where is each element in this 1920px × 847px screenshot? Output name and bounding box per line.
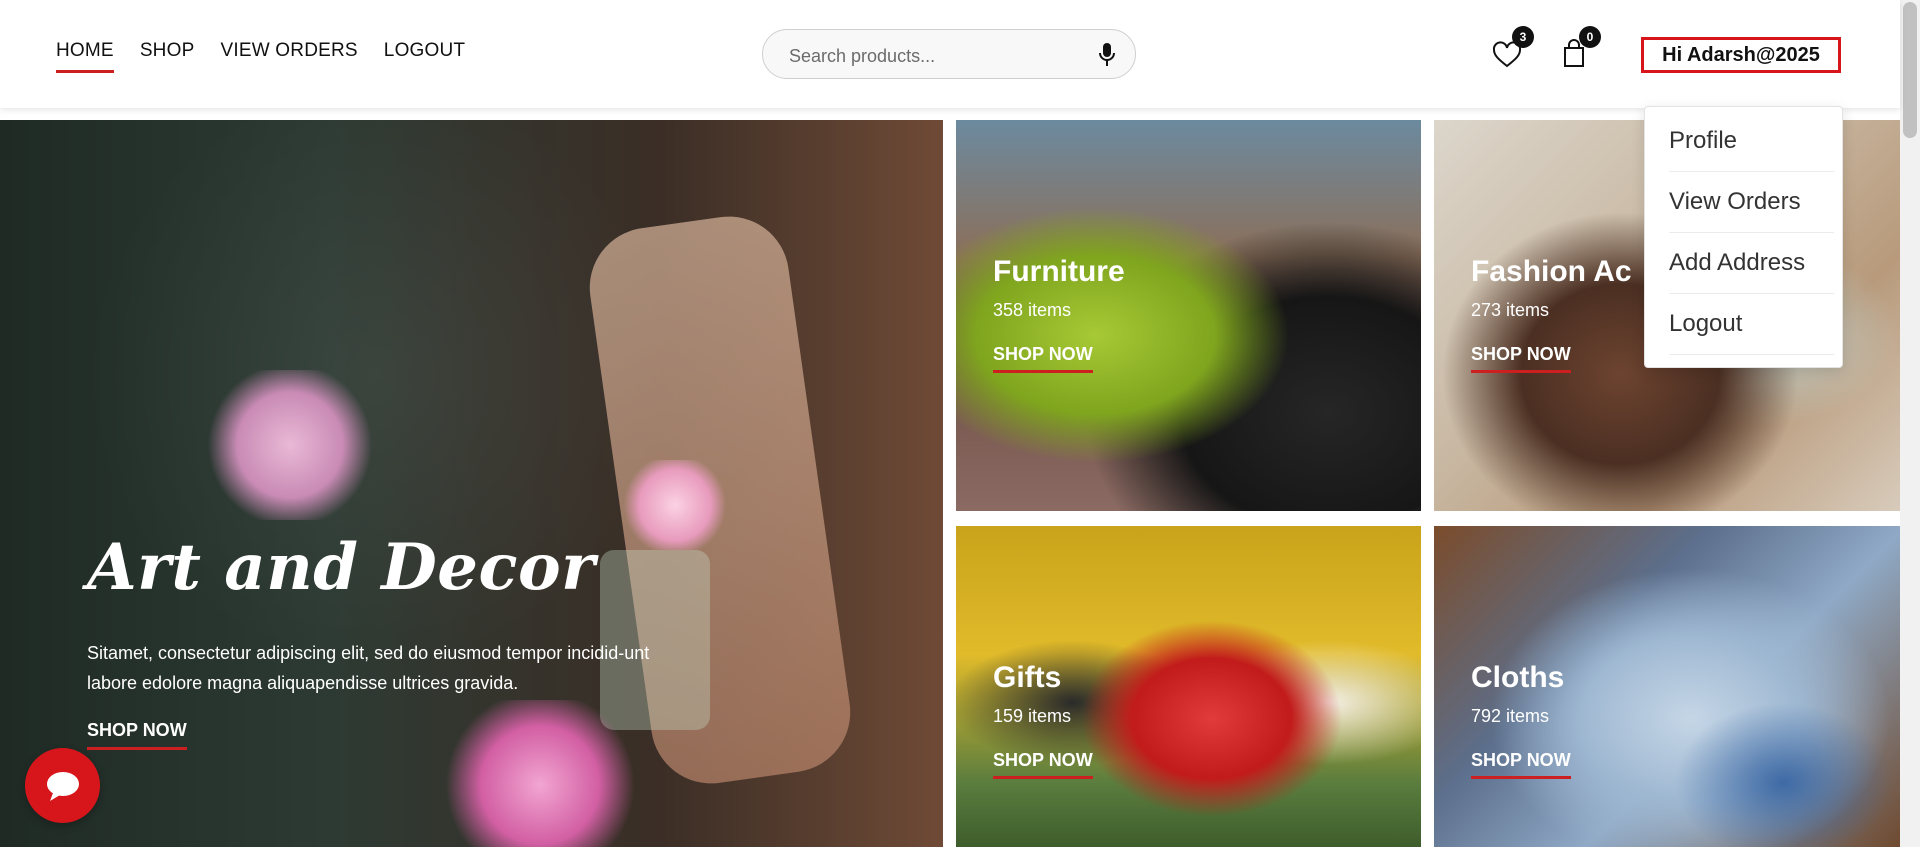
user-menu-button[interactable]: Hi Adarsh@2025: [1641, 37, 1841, 73]
search-bar: [762, 29, 1136, 79]
category-shop-now-link[interactable]: SHOP NOW: [1471, 750, 1571, 779]
dropdown-item-add-address[interactable]: Add Address: [1669, 233, 1834, 294]
nav-shop[interactable]: SHOP: [140, 40, 195, 73]
category-count: 273 items: [1471, 300, 1550, 320]
chat-bubble-icon: [47, 772, 79, 801]
nav-logout[interactable]: LOGOUT: [384, 40, 465, 73]
hero-title: Art and Decor: [87, 530, 596, 605]
cart-count-badge: 0: [1579, 26, 1601, 48]
category-title: Cloths: [1471, 661, 1565, 694]
nav-view-orders[interactable]: VIEW ORDERS: [220, 40, 357, 73]
category-tile-gifts[interactable]: Gifts 159 items SHOP NOW: [956, 526, 1421, 847]
page-scrollbar[interactable]: [1900, 0, 1920, 847]
hero-flower-image: [200, 370, 380, 520]
category-shop-now-link[interactable]: SHOP NOW: [1471, 344, 1571, 373]
category-shop-now-link[interactable]: SHOP NOW: [993, 344, 1093, 373]
hero-banner: Art and Decor Sitamet, consectetur adipi…: [0, 120, 943, 847]
category-shop-now-link[interactable]: SHOP NOW: [993, 750, 1093, 779]
mic-icon[interactable]: [1097, 42, 1117, 68]
hero-flower-image: [620, 460, 730, 550]
scrollbar-thumb[interactable]: [1903, 2, 1917, 138]
category-count: 159 items: [993, 706, 1072, 726]
hero-shop-now-link[interactable]: SHOP NOW: [87, 720, 187, 750]
search-input[interactable]: [787, 42, 1091, 70]
dropdown-item-profile[interactable]: Profile: [1669, 111, 1834, 172]
hero-description: Sitamet, consectetur adipiscing elit, se…: [87, 643, 650, 693]
category-title: Fashion Ac: [1471, 255, 1632, 288]
wishlist-button[interactable]: 3: [1490, 26, 1534, 72]
nav-home[interactable]: HOME: [56, 40, 114, 73]
category-title: Gifts: [993, 661, 1062, 694]
user-dropdown-menu: Profile View Orders Add Address Logout: [1644, 106, 1843, 368]
category-tile-cloths[interactable]: Cloths 792 items SHOP NOW: [1434, 526, 1900, 847]
category-count: 792 items: [1471, 706, 1550, 726]
cart-button[interactable]: 0: [1557, 26, 1601, 72]
dropdown-item-view-orders[interactable]: View Orders: [1669, 172, 1834, 233]
main-nav: HOME SHOP VIEW ORDERS LOGOUT: [56, 40, 465, 73]
dropdown-item-logout[interactable]: Logout: [1669, 294, 1834, 355]
category-tile-furniture[interactable]: Furniture 358 items SHOP NOW: [956, 120, 1421, 511]
category-title: Furniture: [993, 255, 1125, 288]
hero-flower-image: [440, 700, 640, 847]
category-count: 358 items: [993, 300, 1072, 320]
wishlist-count-badge: 3: [1512, 26, 1534, 48]
chat-button[interactable]: [25, 748, 100, 823]
site-header: HOME SHOP VIEW ORDERS LOGOUT 3 0 Hi Adar…: [0, 0, 1900, 108]
